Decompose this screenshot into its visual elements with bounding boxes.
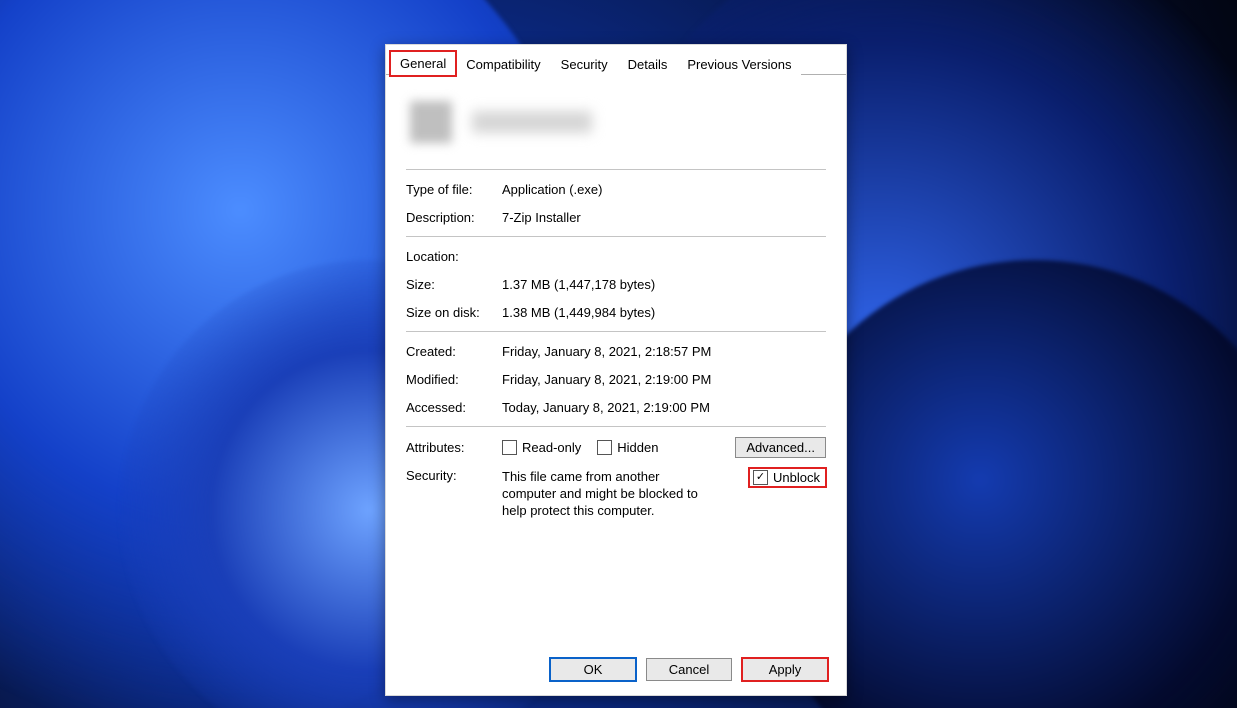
- row-modified: Modified: Friday, January 8, 2021, 2:19:…: [406, 366, 826, 394]
- value-type-of-file: Application (.exe): [502, 180, 602, 200]
- checkbox-icon: [502, 440, 517, 455]
- file-icon: [410, 101, 452, 143]
- value-size: 1.37 MB (1,447,178 bytes): [502, 275, 655, 295]
- value-accessed: Today, January 8, 2021, 2:19:00 PM: [502, 398, 710, 418]
- label-accessed: Accessed:: [406, 398, 502, 418]
- tab-compatibility[interactable]: Compatibility: [456, 52, 550, 76]
- ok-button[interactable]: OK: [550, 658, 636, 681]
- cancel-button[interactable]: Cancel: [646, 658, 732, 681]
- checkbox-unblock[interactable]: ✓ Unblock: [749, 468, 826, 487]
- checkbox-icon: [597, 440, 612, 455]
- desktop-background: General Compatibility Security Details P…: [0, 0, 1237, 708]
- general-tab-sheet: Type of file: Application (.exe) Descrip…: [386, 75, 846, 523]
- separator: [406, 426, 826, 427]
- tab-row: General Compatibility Security Details P…: [386, 45, 846, 75]
- value-created: Friday, January 8, 2021, 2:18:57 PM: [502, 342, 711, 362]
- security-warning-text: This file came from another computer and…: [502, 468, 712, 519]
- row-size-on-disk: Size on disk: 1.38 MB (1,449,984 bytes): [406, 299, 826, 327]
- checkbox-hidden[interactable]: Hidden: [597, 440, 658, 455]
- checkbox-label: Unblock: [773, 470, 820, 485]
- separator: [406, 169, 826, 170]
- value-modified: Friday, January 8, 2021, 2:19:00 PM: [502, 370, 711, 390]
- label-location: Location:: [406, 247, 502, 267]
- tab-general[interactable]: General: [390, 51, 456, 76]
- dialog-button-row: OK Cancel Apply: [550, 658, 828, 681]
- checkbox-read-only[interactable]: Read-only: [502, 440, 581, 455]
- checkbox-label: Read-only: [522, 440, 581, 455]
- row-attributes: Attributes: Read-only Hidden Advanced...: [406, 433, 826, 462]
- checkbox-label: Hidden: [617, 440, 658, 455]
- value-size-on-disk: 1.38 MB (1,449,984 bytes): [502, 303, 655, 323]
- tab-previous-versions[interactable]: Previous Versions: [677, 52, 801, 76]
- file-properties-dialog: General Compatibility Security Details P…: [385, 44, 847, 696]
- file-name-field[interactable]: [472, 111, 592, 133]
- checkbox-icon: ✓: [753, 470, 768, 485]
- advanced-button[interactable]: Advanced...: [735, 437, 826, 458]
- label-modified: Modified:: [406, 370, 502, 390]
- row-security: Security: This file came from another co…: [406, 462, 826, 523]
- label-attributes: Attributes:: [406, 440, 502, 455]
- row-created: Created: Friday, January 8, 2021, 2:18:5…: [406, 338, 826, 366]
- row-type-of-file: Type of file: Application (.exe): [406, 176, 826, 204]
- row-accessed: Accessed: Today, January 8, 2021, 2:19:0…: [406, 394, 826, 422]
- label-created: Created:: [406, 342, 502, 362]
- value-description: 7-Zip Installer: [502, 208, 581, 228]
- tab-security[interactable]: Security: [551, 52, 618, 76]
- row-location: Location:: [406, 243, 826, 271]
- label-size: Size:: [406, 275, 502, 295]
- apply-button[interactable]: Apply: [742, 658, 828, 681]
- separator: [406, 331, 826, 332]
- row-size: Size: 1.37 MB (1,447,178 bytes): [406, 271, 826, 299]
- row-description: Description: 7-Zip Installer: [406, 204, 826, 232]
- label-security: Security:: [406, 468, 502, 519]
- label-type-of-file: Type of file:: [406, 180, 502, 200]
- separator: [406, 236, 826, 237]
- label-size-on-disk: Size on disk:: [406, 303, 502, 323]
- file-header-row: [406, 83, 826, 165]
- tab-details[interactable]: Details: [618, 52, 678, 76]
- label-description: Description:: [406, 208, 502, 228]
